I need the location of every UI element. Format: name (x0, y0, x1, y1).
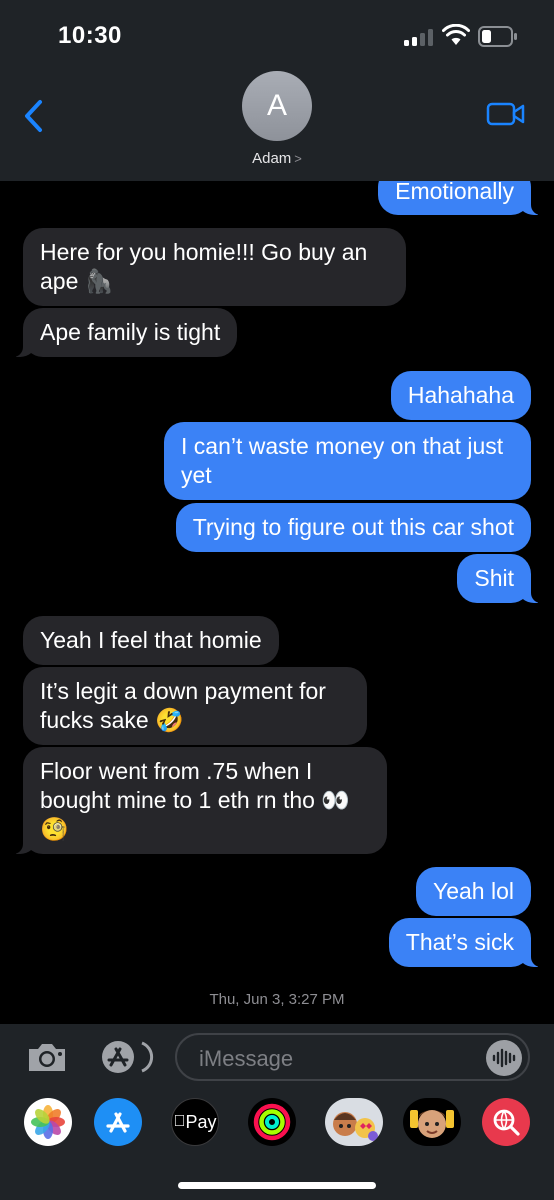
battery-icon (478, 26, 517, 47)
contact-avatar[interactable]: A (242, 71, 312, 141)
contact-name-label: Adam (252, 150, 292, 167)
cellular-signal-icon (404, 28, 434, 46)
message-outgoing[interactable]: Shit (457, 554, 541, 603)
imessage-placeholder: iMessage (199, 1046, 294, 1071)
apple-logo-icon:  (173, 1113, 185, 1131)
message-incoming[interactable]: Ape family is tight (12, 308, 238, 357)
audio-message-icon[interactable] (486, 1040, 522, 1076)
chevron-right-icon: > (294, 151, 302, 166)
web-search-icon[interactable] (482, 1098, 530, 1146)
wifi-icon (442, 24, 470, 45)
message-outgoing[interactable]: Hahahaha (390, 371, 531, 420)
status-time: 10:30 (58, 22, 122, 49)
home-indicator[interactable] (178, 1182, 376, 1189)
video-call-icon[interactable] (486, 100, 526, 128)
message-outgoing[interactable]: Yeah lol (415, 867, 531, 916)
avatar-initial: A (266, 89, 287, 122)
app-store-apps-icon[interactable] (96, 1040, 154, 1074)
app-store-icon[interactable] (94, 1098, 142, 1146)
message-incoming[interactable]: It’s legit a down payment for fucks sake… (23, 667, 367, 745)
compose-bar: iMessage (0, 1024, 554, 1092)
message-incoming[interactable]: Floor went from .75 when I bought mine t… (13, 747, 387, 854)
imessage-app-drawer: Pay (0, 1092, 554, 1200)
camera-icon[interactable] (25, 1040, 69, 1074)
message-timestamp: Thu, Jun 3, 3:27 PM (0, 991, 554, 1008)
back-chevron-icon[interactable] (20, 96, 50, 136)
message-outgoing[interactable]: I can’t waste money on that just yet (164, 422, 531, 500)
conversation-header: 10:30 A Adam > (0, 0, 554, 181)
memoji-icon[interactable] (403, 1098, 461, 1146)
timestamp-day: Thu, Jun 3, (209, 991, 285, 1008)
message-outgoing[interactable]: Emotionally (378, 181, 541, 215)
message-outgoing[interactable]: That’s sick (388, 918, 542, 967)
timestamp-time: 3:27 PM (288, 991, 345, 1008)
imessage-input[interactable]: iMessage (175, 1033, 530, 1081)
apple-pay-label: Pay (179, 1111, 216, 1132)
message-outgoing[interactable]: Trying to figure out this car shot (175, 503, 531, 552)
contact-name[interactable]: Adam > (0, 150, 554, 167)
message-incoming[interactable]: Yeah I feel that homie (23, 616, 279, 665)
memoji-stickers-icon[interactable] (325, 1098, 383, 1146)
message-incoming[interactable]: Here for you homie!!! Go buy an ape 🦍 (23, 228, 406, 306)
activity-rings-icon[interactable] (248, 1098, 296, 1146)
photos-app-icon[interactable] (24, 1098, 72, 1146)
message-thread[interactable]: Emotionally Here for you homie!!! Go buy… (0, 181, 554, 1024)
apple-pay-icon[interactable]: Pay (171, 1098, 219, 1146)
